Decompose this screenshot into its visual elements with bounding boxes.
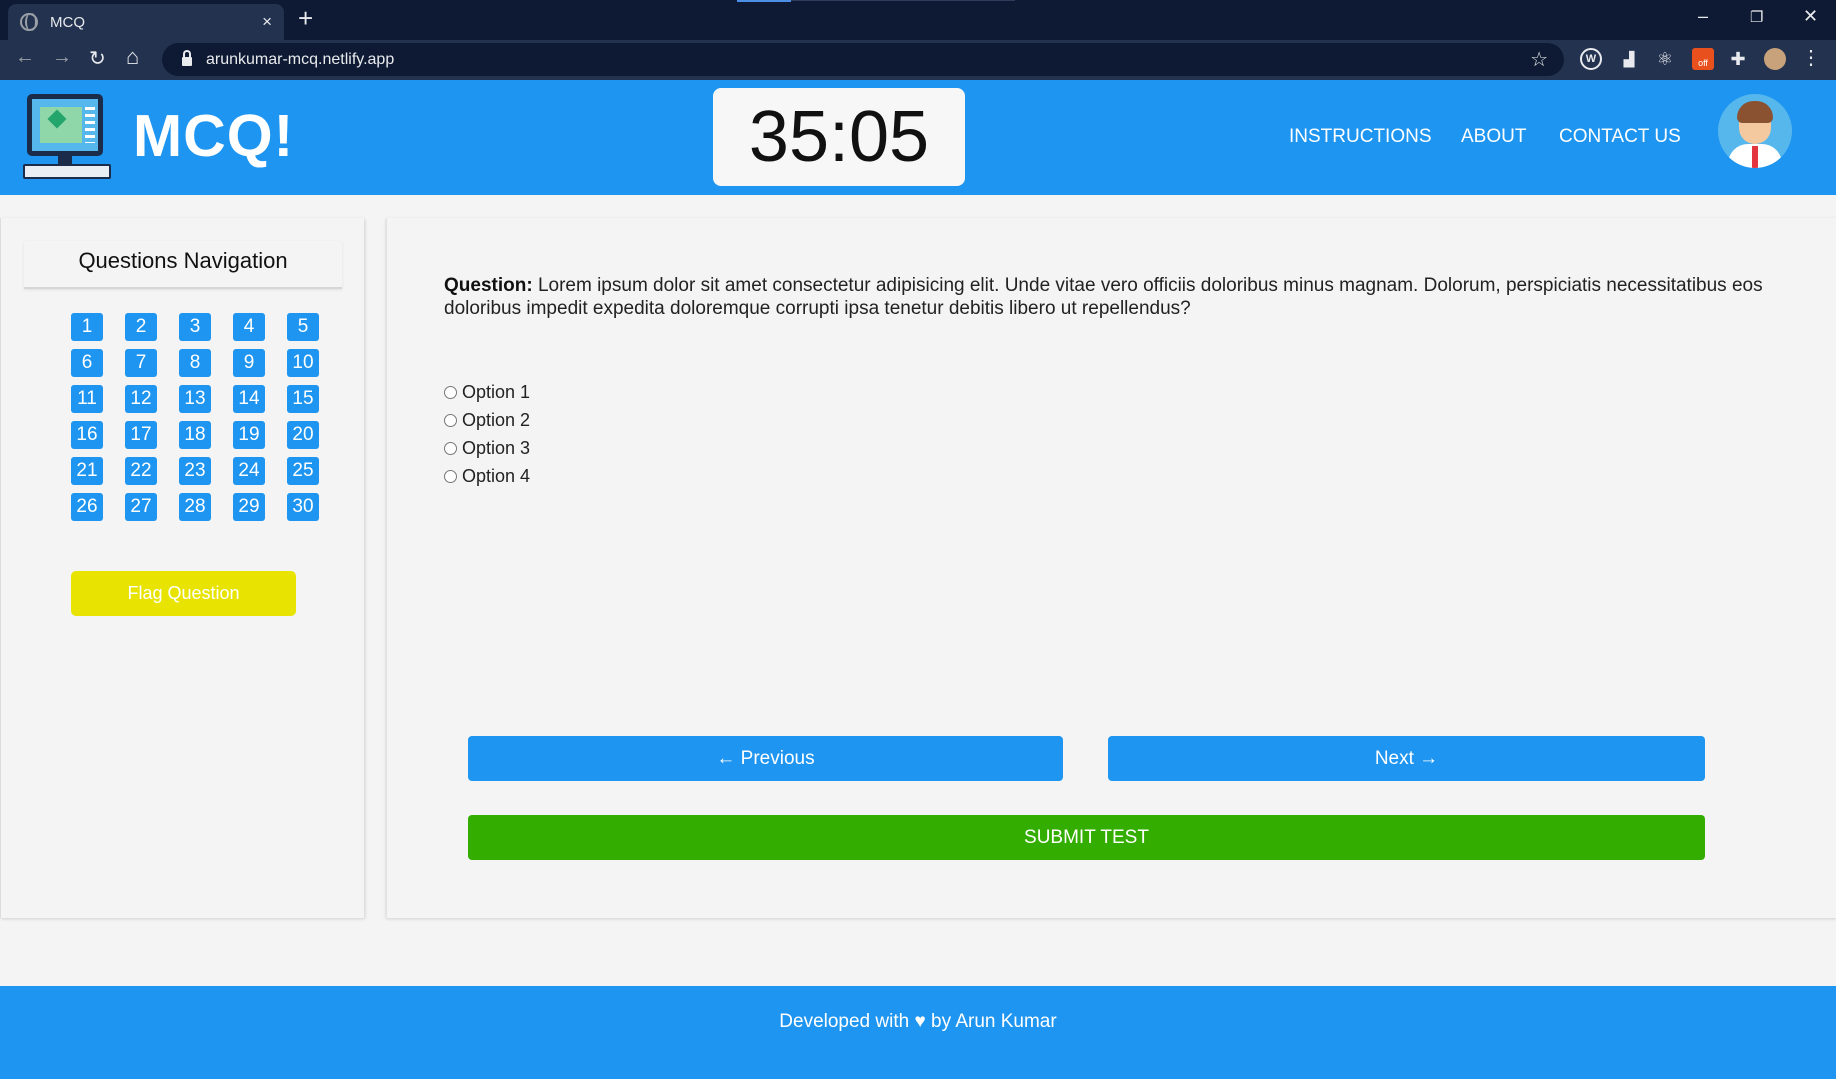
question-nav-button-3[interactable]: 3 [179,313,211,341]
browser-tab[interactable]: MCQ × [8,4,284,40]
question-nav-button-21[interactable]: 21 [71,457,103,485]
question-nav-button-17[interactable]: 17 [125,421,157,449]
option-label: Option 2 [462,409,531,430]
question-panel: Question: Lorem ipsum dolor sit amet con… [386,218,1836,918]
brand-title: MCQ! [133,103,295,169]
bookmark-star-icon[interactable]: ☆ [1530,47,1548,72]
option-label: Option 3 [462,437,531,458]
footer-credit: Developed with ♥ by Arun Kumar [779,1011,1057,1032]
question-nav-button-1[interactable]: 1 [71,313,103,341]
nav-contact-link[interactable]: CONTACT US [1559,126,1681,148]
next-button[interactable]: Next → [1108,736,1705,781]
question-nav-button-4[interactable]: 4 [233,313,265,341]
browser-toolbar: ← → ↻ ⌂ arunkumar-mcq.netlify.app ☆ W ▟ … [0,40,1836,80]
question-nav-button-19[interactable]: 19 [233,421,265,449]
question-nav-button-22[interactable]: 22 [125,457,157,485]
option-label: Option 4 [462,465,531,486]
option-row[interactable]: Option 2 [444,406,530,434]
nav-about-link[interactable]: ABOUT [1461,126,1526,148]
url-text: arunkumar-mcq.netlify.app [206,50,395,68]
restore-icon[interactable]: ❐ [1750,8,1763,26]
answer-options: Option 1 Option 2 Option 3 Option 4 [444,378,530,490]
question-nav-button-14[interactable]: 14 [233,385,265,413]
close-window-icon[interactable]: ✕ [1803,6,1818,27]
question-nav-button-9[interactable]: 9 [233,349,265,377]
new-tab-icon[interactable]: + [298,3,313,34]
question-nav-button-28[interactable]: 28 [179,493,211,521]
question-nav-button-26[interactable]: 26 [71,493,103,521]
question-text-block: Question: Lorem ipsum dolor sit amet con… [444,274,1774,320]
question-nav-button-16[interactable]: 16 [71,421,103,449]
computer-logo-icon [23,94,111,180]
profile-avatar-icon[interactable] [1764,48,1786,70]
reload-icon[interactable]: ↻ [89,46,106,71]
question-nav-button-13[interactable]: 13 [179,385,211,413]
home-icon[interactable]: ⌂ [126,44,139,70]
option-label: Option 1 [462,381,531,402]
address-bar[interactable]: arunkumar-mcq.netlify.app ☆ [162,43,1564,76]
back-icon[interactable]: ← [15,46,35,69]
question-nav-button-29[interactable]: 29 [233,493,265,521]
question-label: Question: [444,275,533,296]
user-avatar[interactable] [1718,94,1792,168]
option-row[interactable]: Option 3 [444,434,530,462]
submit-test-button[interactable]: SUBMIT TEST [468,815,1705,860]
question-nav-button-2[interactable]: 2 [125,313,157,341]
question-nav-button-25[interactable]: 25 [287,457,319,485]
question-nav-button-23[interactable]: 23 [179,457,211,485]
browser-tab-strip: MCQ × + – ❐ ✕ [0,0,1836,40]
question-nav-button-15[interactable]: 15 [287,385,319,413]
lock-icon [182,50,192,66]
question-nav-button-10[interactable]: 10 [287,349,319,377]
extension-chart-icon[interactable]: ▟ [1618,48,1640,70]
site-footer: Developed with ♥ by Arun Kumar [0,986,1836,1079]
nav-instructions-link[interactable]: INSTRUCTIONS [1289,126,1432,148]
option-4-radio[interactable] [444,469,457,483]
question-nav-button-8[interactable]: 8 [179,349,211,377]
option-3-radio[interactable] [444,441,457,455]
option-row[interactable]: Option 1 [444,378,530,406]
question-nav-button-11[interactable]: 11 [71,385,103,413]
option-2-radio[interactable] [444,413,457,427]
question-nav-button-7[interactable]: 7 [125,349,157,377]
question-nav-button-18[interactable]: 18 [179,421,211,449]
question-nav-button-20[interactable]: 20 [287,421,319,449]
loading-track [791,0,1015,1]
extensions-puzzle-icon[interactable]: ✚ [1727,48,1749,70]
extension-w-icon[interactable]: W [1580,48,1602,70]
questions-sidebar: Questions Navigation 1 2 3 4 5 6 7 8 9 10 11 12 13 14… [0,218,364,918]
countdown-timer: 35:05 [713,88,965,186]
extension-off-icon[interactable]: off [1692,48,1714,70]
globe-icon [20,13,38,31]
question-body: Lorem ipsum dolor sit amet consectetur a… [444,275,1763,319]
forward-icon[interactable]: → [52,46,72,69]
question-nav-button-30[interactable]: 30 [287,493,319,521]
option-row[interactable]: Option 4 [444,462,530,490]
site-header: MCQ! 35:05 INSTRUCTIONS ABOUT CONTACT US [0,80,1836,195]
previous-button[interactable]: ← Previous [468,736,1063,781]
browser-menu-icon[interactable]: ⋮ [1800,48,1822,70]
questions-navigation-title: Questions Navigation [24,241,342,289]
extension-react-icon[interactable]: ⚛ [1654,48,1676,70]
tab-title: MCQ [50,13,85,31]
question-nav-button-6[interactable]: 6 [71,349,103,377]
question-number-grid: 1 2 3 4 5 6 7 8 9 10 11 12 13 14 15 16 17 18 19 20 21 22 23 24 2… [71,313,319,521]
question-nav-button-27[interactable]: 27 [125,493,157,521]
question-nav-button-24[interactable]: 24 [233,457,265,485]
question-nav-button-5[interactable]: 5 [287,313,319,341]
option-1-radio[interactable] [444,385,457,399]
tab-close-icon[interactable]: × [262,12,272,32]
loading-indicator [737,0,791,2]
flag-question-button[interactable]: Flag Question [71,571,296,616]
minimize-icon[interactable]: – [1698,6,1708,27]
question-nav-button-12[interactable]: 12 [125,385,157,413]
